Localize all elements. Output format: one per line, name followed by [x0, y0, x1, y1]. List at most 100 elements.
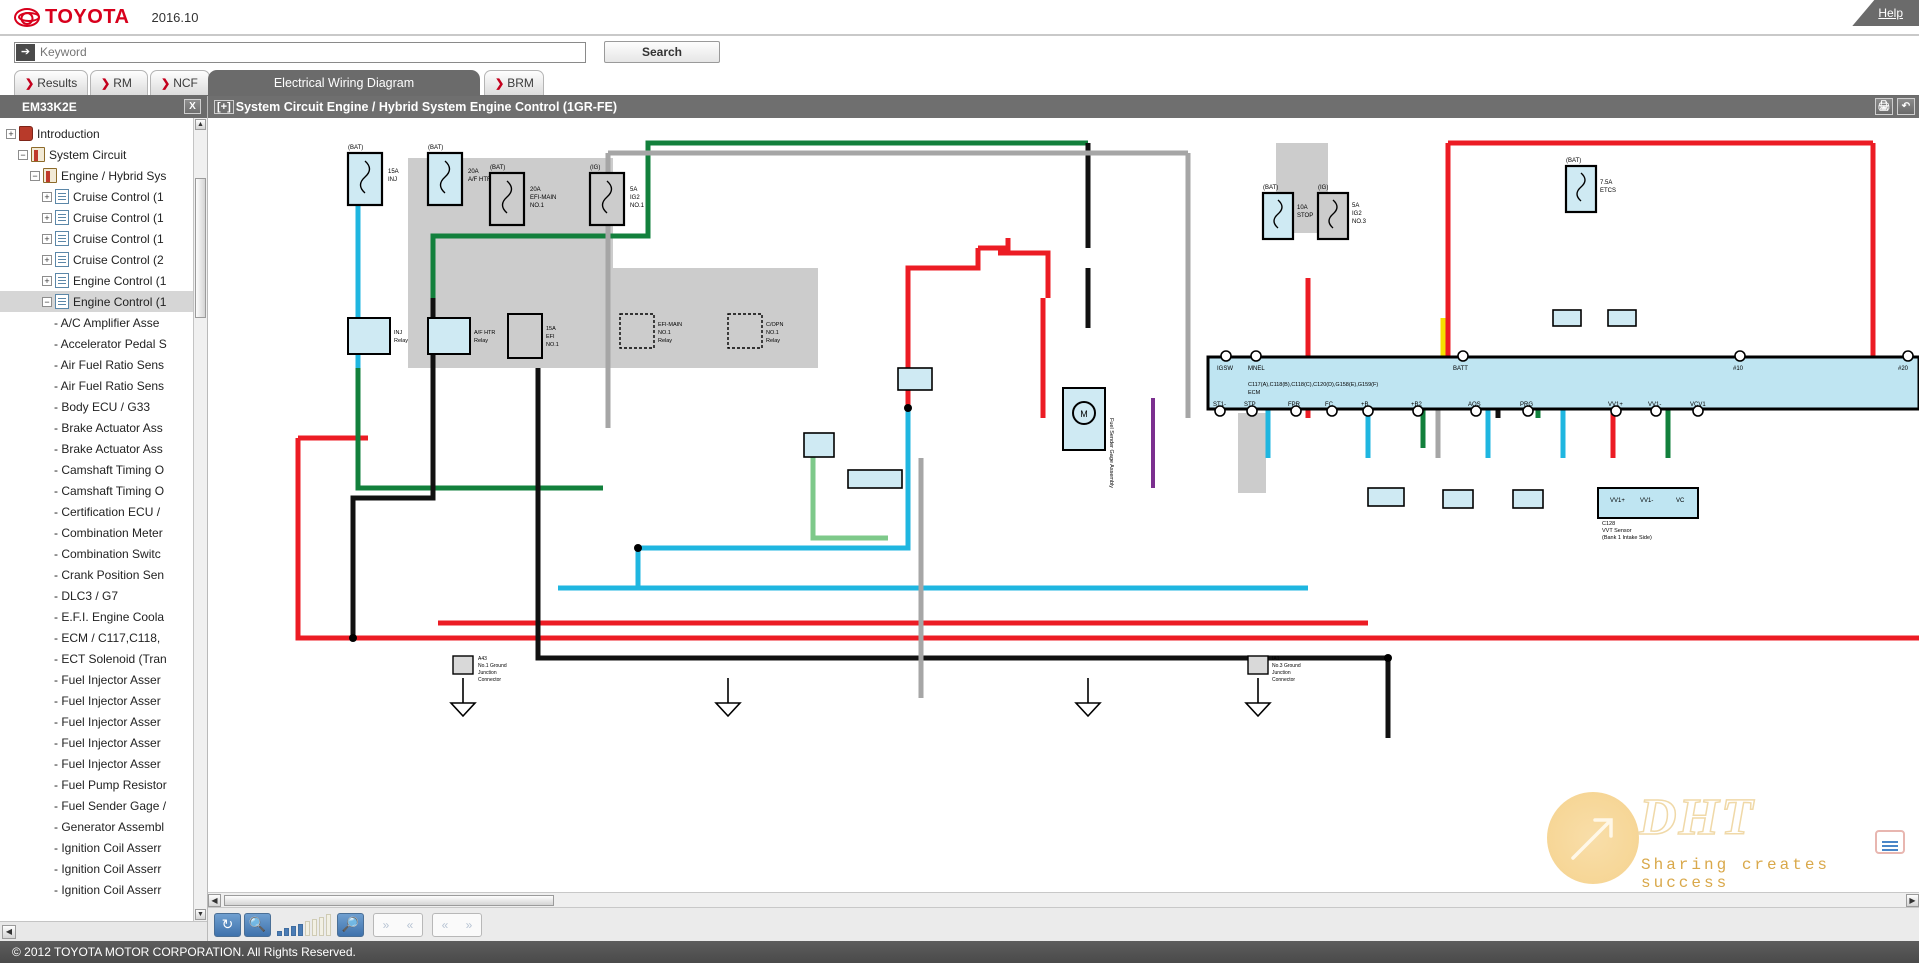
tab-results[interactable]: ❯ Results	[14, 70, 88, 95]
search-box[interactable]: ➔	[14, 41, 586, 63]
page-next-icon[interactable]: »	[374, 914, 398, 936]
zoom-in-icon[interactable]: 🔎	[337, 912, 364, 937]
navigation-tree[interactable]: ▲ ▼ + Introduction − System Circuit − Engine …	[0, 118, 207, 921]
tree-item[interactable]: - ECT Solenoid (Tran	[0, 648, 207, 669]
version-label: 2016.10	[151, 9, 199, 25]
tree-item[interactable]: - Fuel Injector Asser	[0, 669, 207, 690]
tree-item[interactable]: - Combination Switc	[0, 543, 207, 564]
tab-electrical-wiring-diagram[interactable]: Electrical Wiring Diagram	[208, 70, 480, 95]
zoom-step[interactable]	[305, 921, 310, 936]
tree-item[interactable]: - Camshaft Timing O	[0, 480, 207, 501]
tree-item[interactable]: - Brake Actuator Ass	[0, 438, 207, 459]
svg-text:EFI-MAIN: EFI-MAIN	[658, 322, 682, 328]
tab-brm[interactable]: ❯ BRM	[484, 70, 544, 95]
page-prev-icon[interactable]: «	[398, 914, 422, 936]
tree-item[interactable]: + Cruise Control (1	[0, 186, 207, 207]
tree-item[interactable]: - Brake Actuator Ass	[0, 417, 207, 438]
collapse-icon[interactable]: −	[18, 149, 28, 160]
comment-icon[interactable]	[1875, 830, 1905, 854]
tree-item[interactable]: + Introduction	[0, 123, 207, 144]
svg-text:(BAT): (BAT)	[348, 145, 363, 151]
zoom-step[interactable]	[291, 925, 296, 936]
zoom-slider[interactable]	[274, 914, 334, 936]
tree-item[interactable]: - Fuel Pump Resistor	[0, 774, 207, 795]
tree-item[interactable]: - Accelerator Pedal S	[0, 333, 207, 354]
tree-item[interactable]: - Ignition Coil Asserr	[0, 858, 207, 879]
tree-item[interactable]: - Fuel Injector Asser	[0, 732, 207, 753]
tree-item[interactable]: - Air Fuel Ratio Sens	[0, 375, 207, 396]
tree-item[interactable]: - A/C Amplifier Asse	[0, 312, 207, 333]
tree-item[interactable]: - Crank Position Sen	[0, 564, 207, 585]
scroll-up-icon[interactable]: ▲	[195, 119, 206, 130]
tree-item[interactable]: - ECM / C117,C118,	[0, 627, 207, 648]
tree-item[interactable]: - Body ECU / G33	[0, 396, 207, 417]
search-button[interactable]: Search	[604, 41, 720, 63]
scroll-right-icon[interactable]: ▶	[1906, 893, 1919, 907]
canvas-hscrollbar[interactable]: ◀ ▶	[208, 892, 1919, 907]
zoom-step[interactable]	[298, 923, 303, 936]
tree-item-label: Introduction	[37, 126, 100, 141]
tree-item[interactable]: + Cruise Control (1	[0, 228, 207, 249]
tree-item-label: Engine Control (1	[73, 273, 167, 288]
zoom-step[interactable]	[284, 928, 289, 936]
tree-item[interactable]: − Engine Control (1	[0, 291, 207, 312]
return-icon[interactable]: ↶	[1897, 98, 1915, 115]
scrollbar-thumb[interactable]	[195, 178, 206, 318]
tree-item[interactable]: + Engine Control (1	[0, 270, 207, 291]
tree-item[interactable]: - Air Fuel Ratio Sens	[0, 354, 207, 375]
tree-item[interactable]: - Ignition Coil Asserr	[0, 837, 207, 858]
close-icon[interactable]: X	[184, 99, 201, 114]
help-button[interactable]: Help	[1852, 0, 1919, 26]
scroll-left-icon[interactable]: ◀	[2, 924, 16, 939]
diagram-canvas[interactable]: 15A INJ (BAT) 20A A/F HTR (BAT) 20A EFI-MAI…	[208, 118, 1919, 892]
tree-item[interactable]: - E.F.I. Engine Coola	[0, 606, 207, 627]
print-icon[interactable]: 🖨	[1875, 98, 1893, 115]
page-first-icon[interactable]: «	[433, 914, 457, 936]
tree-item[interactable]: - Certification ECU /	[0, 501, 207, 522]
arrow-right-icon[interactable]: ➔	[16, 43, 35, 61]
sidebar-scrollbar[interactable]: ▲ ▼	[193, 118, 207, 921]
search-input[interactable]	[38, 43, 585, 61]
refresh-icon[interactable]: ↻	[214, 912, 241, 937]
svg-text:(IG): (IG)	[1318, 185, 1328, 191]
scroll-down-icon[interactable]: ▼	[195, 909, 206, 920]
expand-icon[interactable]: +	[42, 191, 52, 202]
tab-ncf[interactable]: ❯ NCF	[150, 70, 210, 95]
expand-icon[interactable]: +	[42, 212, 52, 223]
expand-icon[interactable]: +	[42, 275, 52, 286]
collapse-icon[interactable]: −	[30, 170, 40, 181]
tree-item[interactable]: - Fuel Injector Asser	[0, 753, 207, 774]
zoom-step[interactable]	[277, 930, 282, 936]
sidebar-header: EM33K2E X	[0, 96, 207, 118]
svg-text:(IG): (IG)	[590, 165, 600, 171]
tree-item[interactable]: - Ignition Coil Asserr	[0, 879, 207, 900]
tree-item[interactable]: − System Circuit	[0, 144, 207, 165]
tree-item[interactable]: + Cruise Control (2	[0, 249, 207, 270]
sidebar-hscrollbar[interactable]: ◀	[0, 921, 207, 941]
chevron-right-icon: ❯	[495, 77, 505, 90]
tree-item[interactable]: - Fuel Injector Asser	[0, 690, 207, 711]
tree-item[interactable]: - Generator Assembl	[0, 816, 207, 837]
expand-icon[interactable]: [+]	[214, 100, 234, 114]
tree-item-label: - Camshaft Timing O	[54, 462, 165, 477]
expand-icon[interactable]: +	[6, 128, 16, 139]
tree-item[interactable]: - Camshaft Timing O	[0, 459, 207, 480]
expand-icon[interactable]: +	[42, 254, 52, 265]
tree-item[interactable]: - DLC3 / G7	[0, 585, 207, 606]
collapse-icon[interactable]: −	[42, 296, 52, 307]
scroll-left-icon[interactable]: ◀	[208, 893, 221, 907]
page-last-icon[interactable]: »	[457, 914, 481, 936]
tree-item[interactable]: - Combination Meter	[0, 522, 207, 543]
tree-item[interactable]: - Fuel Injector Asser	[0, 711, 207, 732]
hscrollbar-thumb[interactable]	[224, 894, 554, 906]
zoom-step[interactable]	[326, 914, 331, 936]
tree-item[interactable]: + Cruise Control (1	[0, 207, 207, 228]
tree-item[interactable]: - Fuel Sender Gage /	[0, 795, 207, 816]
zoom-step[interactable]	[312, 919, 317, 936]
tab-rm[interactable]: ❯ RM	[90, 70, 148, 95]
expand-icon[interactable]: +	[42, 233, 52, 244]
zoom-out-icon[interactable]: 🔍	[244, 912, 271, 937]
tree-item[interactable]: − Engine / Hybrid Sys	[0, 165, 207, 186]
tab-bar: ❯ Results ❯ RM ❯ NCF Electrical Wiring D…	[0, 70, 1919, 95]
zoom-step[interactable]	[319, 916, 324, 936]
